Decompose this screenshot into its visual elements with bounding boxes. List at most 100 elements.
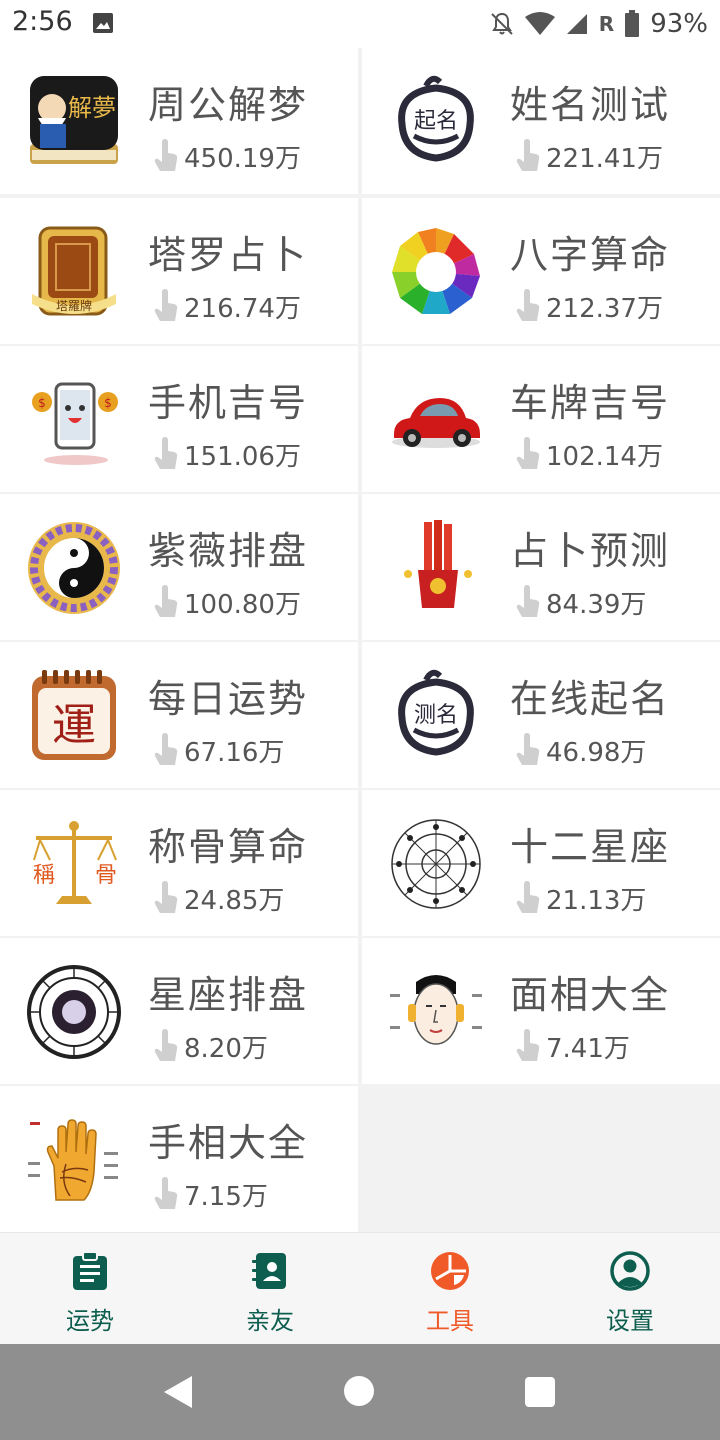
nav-tab-friends[interactable]: 亲友: [180, 1233, 360, 1345]
usage-count-row: 216.74万: [152, 288, 301, 324]
tool-title: 紫薇排盘: [148, 529, 309, 573]
tap-finger-icon: [154, 1177, 178, 1209]
nav-tab-tools[interactable]: 工具: [360, 1233, 540, 1345]
tool-title: 星座排盘: [148, 973, 309, 1017]
usage-count-row: 7.41万: [514, 1028, 630, 1064]
tool-card[interactable]: 解夢 周公解梦 450.19万: [0, 48, 358, 194]
tap-finger-icon: [516, 437, 540, 469]
usage-count-row: 8.20万: [152, 1028, 268, 1064]
home-icon[interactable]: [344, 1376, 374, 1406]
tool-card[interactable]: 運 每日运势 67.16万: [0, 642, 358, 788]
usage-count: 450.19万: [184, 143, 301, 174]
tool-card[interactable]: 手相大全 7.15万: [0, 1086, 358, 1232]
status-time: 2:56: [12, 6, 73, 37]
tap-finger-icon: [516, 733, 540, 765]
usage-count: 151.06万: [184, 441, 301, 472]
wifi-icon: [524, 12, 555, 35]
astrology-chart-icon: [27, 965, 121, 1059]
nav-tab-fortune[interactable]: 运势: [0, 1233, 180, 1345]
svg-text:测名: 测名: [414, 703, 458, 728]
battery-percent: 93%: [650, 9, 708, 39]
tap-finger-icon: [516, 881, 540, 913]
nav-label: 运势: [66, 1307, 114, 1335]
tool-title: 周公解梦: [148, 83, 309, 127]
usage-count-row: 46.98万: [514, 732, 646, 768]
bagua-icon: [392, 228, 480, 314]
nav-label: 工具: [426, 1307, 474, 1335]
tap-finger-icon: [154, 437, 178, 469]
tool-title: 称骨算命: [148, 825, 309, 869]
usage-count: 100.80万: [184, 589, 301, 620]
tool-card[interactable]: 占卜预测 84.39万: [362, 494, 720, 640]
svg-text:稱: 稱: [33, 863, 55, 888]
tool-title: 姓名测试: [510, 83, 671, 127]
tool-title: 手机吉号: [148, 381, 309, 425]
usage-count-row: 100.80万: [152, 584, 301, 620]
name-test-face-icon: 起名: [398, 75, 474, 162]
tap-finger-icon: [154, 139, 178, 171]
usage-count: 221.41万: [546, 143, 663, 174]
usage-count-row: 67.16万: [152, 732, 284, 768]
face-reading-icon: [390, 975, 482, 1045]
back-icon[interactable]: [162, 1374, 194, 1410]
tool-card[interactable]: 测名 在线起名 46.98万: [362, 642, 720, 788]
tool-card[interactable]: 面相大全 7.41万: [362, 938, 720, 1084]
tool-card[interactable]: 紫薇排盘 100.80万: [0, 494, 358, 640]
image-notification-icon: [93, 13, 113, 33]
svg-text:運: 運: [52, 700, 96, 751]
tap-finger-icon: [154, 585, 178, 617]
usage-count: 46.98万: [546, 737, 647, 768]
tap-finger-icon: [154, 1029, 178, 1061]
dream-book-icon: 解夢: [30, 76, 118, 164]
tool-card[interactable]: 稱 骨 称骨算命 24.85万: [0, 790, 358, 936]
clipboard-icon: [73, 1251, 107, 1290]
svg-text:$: $: [104, 396, 112, 410]
usage-count: 21.13万: [546, 885, 647, 916]
tool-title: 占卜预测: [510, 529, 671, 573]
usage-count-row: 24.85万: [152, 880, 284, 916]
usage-count: 84.39万: [546, 589, 647, 620]
daily-fortune-calendar-icon: 運: [32, 670, 116, 760]
zodiac-wheel-icon: [391, 819, 481, 909]
usage-count: 8.20万: [184, 1033, 268, 1064]
bottom-navigation: 运势 亲友 工具 设置: [0, 1232, 720, 1345]
tap-finger-icon: [516, 289, 540, 321]
usage-count-row: 102.14万: [514, 436, 663, 472]
svg-text:解夢: 解夢: [68, 94, 116, 122]
tool-card[interactable]: 八字算命 212.37万: [362, 198, 720, 344]
tool-card[interactable]: 车牌吉号 102.14万: [362, 346, 720, 492]
tool-title: 八字算命: [510, 233, 671, 277]
svg-text:塔羅牌: 塔羅牌: [56, 299, 92, 313]
bone-scale-icon: 稱 骨: [33, 821, 117, 904]
roaming-indicator: R: [598, 12, 615, 36]
divination-sticks-icon: [404, 520, 472, 608]
svg-text:起名: 起名: [414, 109, 458, 134]
tap-finger-icon: [516, 585, 540, 617]
usage-count: 216.74万: [184, 293, 301, 324]
tap-finger-icon: [154, 289, 178, 321]
signal-icon: [566, 14, 587, 34]
usage-count: 24.85万: [184, 885, 285, 916]
usage-count: 212.37万: [546, 293, 663, 324]
usage-count: 7.41万: [546, 1033, 630, 1064]
usage-count-row: 221.41万: [514, 138, 663, 174]
usage-count: 102.14万: [546, 441, 663, 472]
tool-title: 在线起名: [510, 677, 671, 721]
usage-count: 7.15万: [184, 1181, 268, 1212]
recent-apps-icon[interactable]: [525, 1377, 555, 1407]
palm-reading-icon: [28, 1119, 118, 1201]
tool-card[interactable]: 星座排盘 8.20万: [0, 938, 358, 1084]
tool-card[interactable]: $ $ 手机吉号 151.06万: [0, 346, 358, 492]
tool-card[interactable]: 十二星座 21.13万: [362, 790, 720, 936]
nav-tab-settings[interactable]: 设置: [540, 1233, 720, 1345]
svg-text:骨: 骨: [95, 863, 117, 888]
usage-count-row: 7.15万: [152, 1176, 268, 1212]
usage-count-row: 21.13万: [514, 880, 646, 916]
svg-text:$: $: [38, 396, 46, 410]
tap-finger-icon: [516, 1029, 540, 1061]
tool-card[interactable]: 起名 姓名测试 221.41万: [362, 48, 720, 194]
naming-face-icon: 测名: [398, 669, 474, 756]
red-car-icon: [392, 398, 480, 448]
tool-card[interactable]: 塔羅牌 塔罗占卜 216.74万: [0, 198, 358, 344]
tap-finger-icon: [154, 733, 178, 765]
